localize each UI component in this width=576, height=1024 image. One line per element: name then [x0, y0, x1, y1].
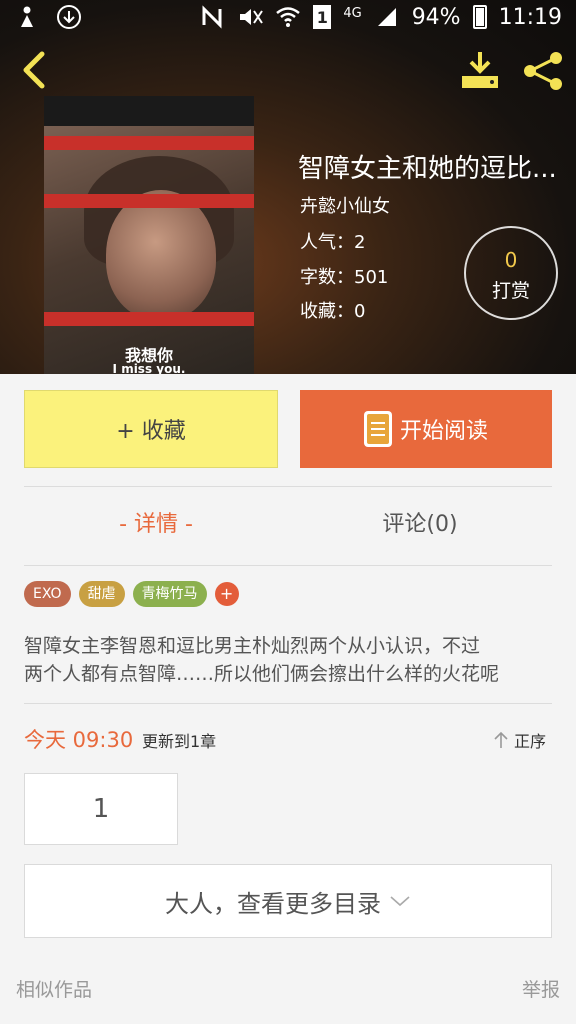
back-button[interactable]: [14, 48, 54, 92]
network-type: 4G: [343, 5, 362, 21]
book-icon: [363, 411, 392, 447]
summary-line: 两个人都有点智障……所以他们俩会擦出什么样的火花呢: [24, 663, 500, 685]
tip-button[interactable]: 0 打赏: [464, 226, 558, 320]
sort-order-button[interactable]: 正序: [492, 728, 546, 752]
summary-line: 智障女主李智恩和逗比男主朴灿烈两个从小认识，不过: [24, 635, 481, 657]
word-count-stat: 字数：501: [300, 267, 389, 288]
notification-icon: [14, 4, 40, 30]
favorite-button[interactable]: + 收藏: [24, 390, 278, 468]
similar-works-label: 相似作品: [16, 979, 93, 1001]
clock: 11:19: [498, 4, 562, 30]
sort-order-label: 正序: [514, 732, 547, 751]
book-author[interactable]: 卉懿小仙女: [300, 192, 390, 218]
update-text: 更新到1章: [142, 732, 217, 751]
tag-childhood-friends[interactable]: 青梅竹马: [132, 581, 207, 607]
tag-sweet-angst[interactable]: 甜虐: [78, 581, 125, 607]
sim-icon: 1: [313, 5, 332, 29]
more-catalog-label: 大人，查看更多目录: [165, 889, 381, 918]
divider: [24, 703, 552, 704]
cover-caption-english: I miss you.: [112, 362, 186, 374]
status-bar: 1 4G 94% 11:19: [0, 0, 576, 38]
popularity-stat: 人气：2: [300, 232, 366, 253]
add-tag-button[interactable]: +: [214, 582, 239, 606]
divider: [24, 486, 552, 487]
chevron-down-icon: [390, 896, 410, 907]
wifi-icon: [275, 4, 301, 30]
report-link[interactable]: 举报: [522, 975, 560, 1002]
start-reading-button[interactable]: 开始阅读: [300, 390, 552, 468]
favorites-stat: 收藏：0: [300, 301, 366, 322]
tab-comments[interactable]: 评论(0): [288, 506, 552, 538]
book-cover: 我想你 I miss you.: [44, 96, 254, 374]
signal-icon: [374, 4, 400, 30]
tag-list: EXO 甜虐 青梅竹马 +: [24, 581, 239, 607]
share-button[interactable]: [520, 48, 566, 94]
tip-label: 打赏: [491, 280, 530, 302]
arrow-up-icon: [494, 731, 508, 748]
update-time: 今天 09:30: [24, 728, 134, 752]
book-header: 1 4G 94% 11:19 我想你 I miss you. 智障女主和她的逗比…: [0, 0, 576, 374]
tip-count: 0: [504, 248, 518, 272]
more-catalog-button[interactable]: 大人，查看更多目录: [24, 864, 552, 938]
mute-icon: [237, 4, 264, 30]
divider: [24, 565, 552, 566]
book-summary: 智障女主李智恩和逗比男主朴灿烈两个从小认识，不过 两个人都有点智障……所以他们俩…: [24, 632, 554, 688]
nfc-icon: [199, 4, 225, 30]
battery-percent: 94%: [411, 4, 461, 30]
tab-detail[interactable]: - 详情 -: [24, 506, 288, 538]
book-title: 智障女主和她的逗比...: [298, 154, 557, 184]
download-button[interactable]: [458, 48, 502, 92]
tag-exo[interactable]: EXO: [24, 581, 71, 607]
download-status-icon: [56, 4, 82, 30]
battery-icon: [472, 5, 487, 29]
start-reading-label: 开始阅读: [399, 419, 488, 444]
chapter-item[interactable]: 1: [24, 773, 178, 845]
